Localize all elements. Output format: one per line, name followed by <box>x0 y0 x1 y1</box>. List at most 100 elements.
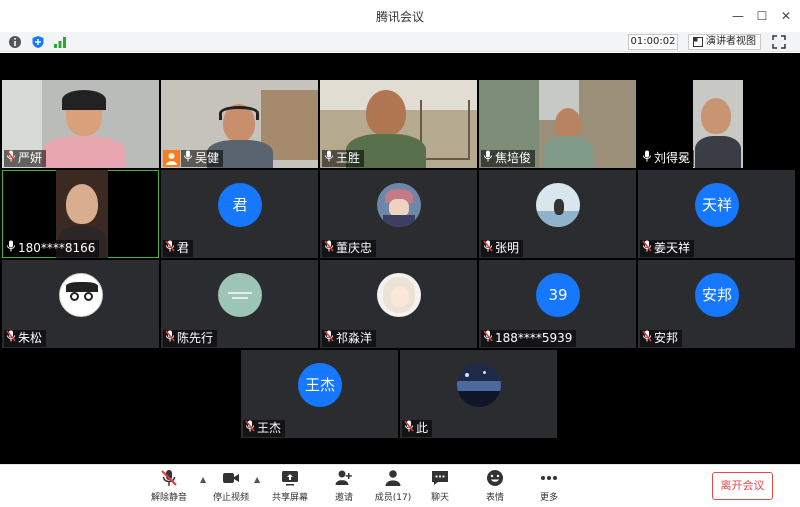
info-icon[interactable] <box>8 35 22 49</box>
maximize-button[interactable]: ☐ <box>752 6 772 26</box>
participant-name: 董庆忠 <box>336 241 373 255</box>
participant-name-tag: 180****8166 <box>4 240 100 257</box>
mic-muted-icon <box>404 420 414 437</box>
participant-tile[interactable]: 陈先行 <box>161 260 318 348</box>
participant-name: 吴健 <box>195 151 220 165</box>
share-screen-button[interactable]: 共享屏幕 <box>265 468 315 503</box>
participant-name-tag: 张明 <box>481 240 524 257</box>
video-grid: 严妍 吴健 王胜 焦培俊 刘得冕 180****8166 君 君 董庆忠 张明 … <box>0 53 800 464</box>
participant-name: 安邦 <box>654 331 679 345</box>
participant-tile[interactable]: 吴健 <box>161 80 318 168</box>
participant-name-tag: 朱松 <box>4 330 47 347</box>
participant-tile[interactable]: 焦培俊 <box>479 80 636 168</box>
participant-name-tag: 严妍 <box>4 150 47 167</box>
avatar: 君 <box>218 183 262 227</box>
participant-tile[interactable]: 君 君 <box>161 170 318 258</box>
members-button[interactable]: 成员(17) <box>368 468 418 503</box>
participant-tile[interactable]: 严妍 <box>2 80 159 168</box>
video-camera-icon <box>223 473 239 483</box>
participant-name-tag: 焦培俊 <box>481 150 536 167</box>
title-bar: 腾讯会议 — ☐ ✕ <box>0 0 800 32</box>
avatar: 39 <box>536 273 580 317</box>
participant-name-tag: 王杰 <box>243 420 286 437</box>
chat-icon <box>432 471 448 485</box>
minimize-button[interactable]: — <box>728 6 748 26</box>
reactions-label: 表情 <box>485 493 504 503</box>
participant-name: 君 <box>177 241 190 255</box>
more-button[interactable]: 更多 <box>524 468 574 503</box>
members-icon <box>385 470 401 486</box>
chat-label: 聊天 <box>430 493 449 503</box>
participant-name: 刘得冕 <box>654 151 691 165</box>
mic-icon <box>183 150 193 167</box>
avatar <box>377 183 421 227</box>
add-user-icon <box>335 470 352 485</box>
signal-icon[interactable] <box>53 35 67 49</box>
mic-muted-icon <box>6 150 16 167</box>
participant-tile[interactable]: 180****8166 <box>2 170 159 258</box>
shield-icon[interactable] <box>31 35 45 49</box>
participant-tile[interactable]: 王杰 王杰 <box>241 350 398 438</box>
participant-name: 张明 <box>495 241 520 255</box>
avatar: 王杰 <box>298 363 342 407</box>
unmute-button[interactable]: 解除静音 <box>144 468 194 503</box>
mic-icon <box>483 150 493 167</box>
participant-tile[interactable]: 董庆忠 <box>320 170 477 258</box>
leave-meeting-button[interactable]: 离开会议 <box>712 472 773 500</box>
participant-tile[interactable]: 祁淼洋 <box>320 260 477 348</box>
participant-tile[interactable]: 此 <box>400 350 557 438</box>
participant-tile[interactable]: 朱松 <box>2 260 159 348</box>
mic-muted-icon <box>324 330 334 347</box>
participant-name-tag: 王胜 <box>322 150 365 167</box>
reactions-button[interactable]: 表情 <box>470 468 520 503</box>
avatar <box>377 273 421 317</box>
participant-name-tag: 陈先行 <box>163 330 218 347</box>
share-screen-icon <box>282 471 298 486</box>
meeting-toolbar: 解除静音 ▲ 停止视频 ▲ 共享屏幕 邀请 成员(17) 聊天 表情 更多 离开… <box>0 464 800 507</box>
participant-tile[interactable]: 天祥 姜天祥 <box>638 170 795 258</box>
mic-icon <box>6 240 16 257</box>
fullscreen-icon[interactable] <box>771 34 787 50</box>
participant-name: 此 <box>416 421 429 435</box>
invite-label: 邀请 <box>334 493 353 503</box>
speaker-view-button[interactable]: 演讲者视图 <box>688 34 761 50</box>
layout-icon <box>693 37 703 47</box>
stop-video-button[interactable]: 停止视频 <box>206 468 256 503</box>
meeting-timer: 01:00:02 <box>628 34 678 50</box>
more-label: 更多 <box>539 493 558 503</box>
participant-name-tag: 刘得冕 <box>640 150 695 167</box>
avatar: 安邦 <box>695 273 739 317</box>
smiley-icon <box>487 470 503 486</box>
mic-muted-icon <box>483 330 493 347</box>
participant-name: 焦培俊 <box>495 151 532 165</box>
participant-name: 陈先行 <box>177 331 214 345</box>
mic-muted-icon <box>245 420 255 437</box>
mic-muted-icon <box>642 330 652 347</box>
video-options-chevron-icon[interactable]: ▲ <box>254 475 262 484</box>
participant-name: 祁淼洋 <box>336 331 373 345</box>
participant-tile[interactable]: 安邦 安邦 <box>638 260 795 348</box>
participant-name-tag: 188****5939 <box>481 330 577 347</box>
avatar <box>218 273 262 317</box>
info-bar: 01:00:02 演讲者视图 <box>0 32 800 52</box>
window-title: 腾讯会议 <box>375 10 424 24</box>
participant-tile[interactable]: 39 188****5939 <box>479 260 636 348</box>
participant-tile[interactable]: 王胜 <box>320 80 477 168</box>
participant-tile[interactable]: 刘得冕 <box>638 80 795 168</box>
share-screen-label: 共享屏幕 <box>271 493 308 503</box>
avatar: 天祥 <box>695 183 739 227</box>
chat-button[interactable]: 聊天 <box>415 468 465 503</box>
stop-video-label: 停止视频 <box>212 493 249 503</box>
close-button[interactable]: ✕ <box>776 6 796 26</box>
mic-muted-icon <box>165 240 175 257</box>
avatar <box>59 273 103 317</box>
mic-muted-icon <box>324 240 334 257</box>
mic-muted-icon <box>483 240 493 257</box>
participant-name: 朱松 <box>18 331 43 345</box>
unmute-label: 解除静音 <box>150 493 187 503</box>
participant-tile[interactable]: 张明 <box>479 170 636 258</box>
invite-button[interactable]: 邀请 <box>319 468 369 503</box>
participant-name: 王杰 <box>257 421 282 435</box>
members-label: 成员(17) <box>374 493 412 503</box>
participant-name-tag: 君 <box>163 240 194 257</box>
